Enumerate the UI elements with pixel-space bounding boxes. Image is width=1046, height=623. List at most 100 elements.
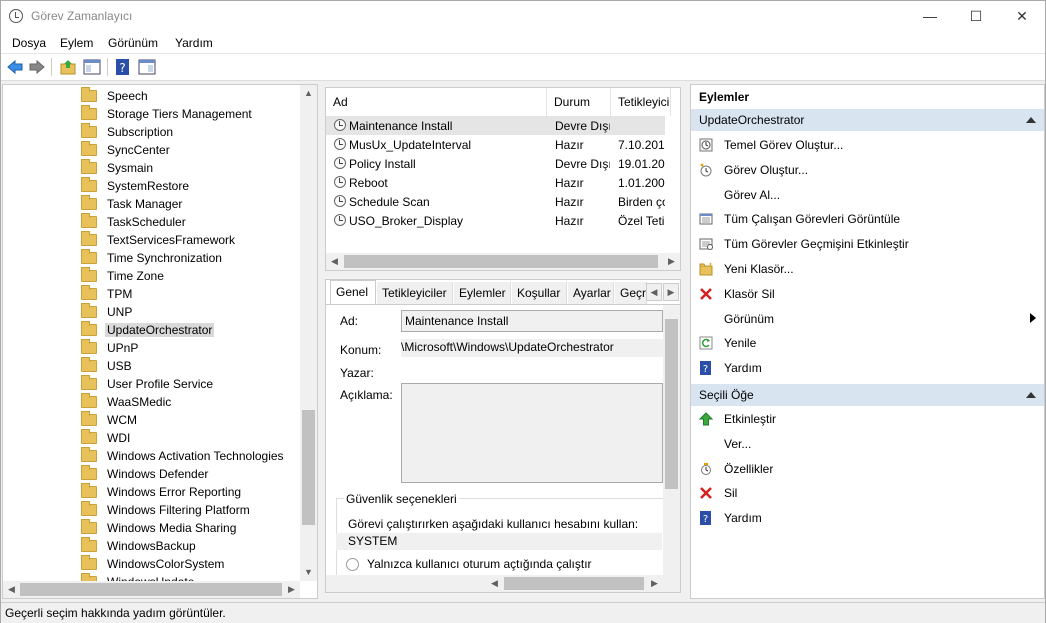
scroll-left-icon[interactable]: ◀ xyxy=(3,581,20,598)
tree-folder-item[interactable]: Windows Media Sharing xyxy=(81,519,238,537)
task-row[interactable]: MusUx_UpdateInterval Hazır 7.10.2018 ta xyxy=(326,135,665,154)
tree-folder-item[interactable]: WindowsBackup xyxy=(81,537,198,555)
menu-dosya[interactable]: Dosya xyxy=(12,36,46,50)
tree-folder-item[interactable]: Time Zone xyxy=(81,267,166,285)
scroll-thumb[interactable] xyxy=(504,577,644,590)
action-item[interactable]: Temel Görev Oluştur... xyxy=(691,134,1044,156)
tree-folder-item[interactable]: Windows Defender xyxy=(81,465,210,483)
scroll-thumb[interactable] xyxy=(665,319,678,489)
action-item[interactable]: Görünüm xyxy=(691,308,1044,330)
tree-folder-item[interactable]: UpdateOrchestrator xyxy=(81,321,215,339)
tree-folder-item[interactable]: USB xyxy=(81,357,134,375)
section-selected-item[interactable]: Seçili Öğe xyxy=(691,384,1044,406)
tree-folder-item[interactable]: Sysmain xyxy=(81,159,155,177)
tree-folder-item[interactable]: TPM xyxy=(81,285,134,303)
scroll-right-icon[interactable]: ▶ xyxy=(283,581,300,598)
folder-tree: Speech Storage Tiers Management Subscripti… xyxy=(2,84,318,599)
tree-folder-item[interactable]: TaskScheduler xyxy=(81,213,188,231)
scroll-right-icon[interactable]: ▶ xyxy=(663,253,680,270)
tree-folder-label: TaskScheduler xyxy=(107,215,186,229)
tab-genel[interactable]: Genel xyxy=(330,280,376,304)
tree-folder-item[interactable]: Speech xyxy=(81,87,150,105)
tree-folder-item[interactable]: Windows Filtering Platform xyxy=(81,501,252,519)
scroll-thumb[interactable] xyxy=(302,410,315,525)
task-row[interactable]: USO_Broker_Display Hazır Özel Tetikle xyxy=(326,211,665,230)
tree-folder-item[interactable]: WDI xyxy=(81,429,132,447)
tab-scroll-right-icon[interactable]: ▶ xyxy=(663,283,679,301)
scroll-left-icon[interactable]: ◀ xyxy=(486,575,503,592)
action-item[interactable]: Klasör Sil xyxy=(691,283,1044,305)
tab-eylemler[interactable]: Eylemler xyxy=(454,282,511,304)
collapse-icon[interactable] xyxy=(1026,117,1036,123)
minimize-button[interactable]: — xyxy=(907,1,953,32)
collapse-icon[interactable] xyxy=(1026,392,1036,398)
menu-gorunum[interactable]: Görünüm xyxy=(108,36,158,50)
tree-folder-item[interactable]: WCM xyxy=(81,411,139,429)
action-item[interactable]: Yeni Klasör... xyxy=(691,258,1044,280)
menu-yardim[interactable]: Yardım xyxy=(175,36,213,50)
column-header-name[interactable]: Ad xyxy=(326,88,547,116)
section-updateorchestrator[interactable]: UpdateOrchestrator xyxy=(691,109,1044,131)
close-button[interactable]: ✕ xyxy=(999,1,1045,32)
action-item[interactable]: Görev Al... xyxy=(691,184,1044,206)
tab-ayarlar[interactable]: Ayarlar xyxy=(568,282,614,304)
task-row[interactable]: Policy Install Devre Dışı 19.01.2017 ta xyxy=(326,154,665,173)
scroll-left-icon[interactable]: ◀ xyxy=(326,253,343,270)
up-folder-icon[interactable] xyxy=(59,58,77,76)
tasklist-horizontal-scrollbar[interactable]: ◀ ▶ xyxy=(326,253,680,270)
action-item[interactable]: Görev Oluştur... xyxy=(691,159,1044,181)
tree-folder-item[interactable]: Storage Tiers Management xyxy=(81,105,254,123)
tree-folder-item[interactable]: TextServicesFramework xyxy=(81,231,237,249)
tab-gecmis[interactable]: Geçr xyxy=(615,282,647,304)
details-vertical-scrollbar[interactable] xyxy=(663,305,680,575)
radio-user-logged-on[interactable] xyxy=(346,558,359,571)
tree-horizontal-scrollbar[interactable]: ◀ ▶ xyxy=(3,581,300,598)
description-field[interactable] xyxy=(401,383,663,483)
tab-tetikleyiciler[interactable]: Tetikleyiciler xyxy=(377,282,453,304)
task-row[interactable]: Schedule Scan Hazır Birden çok t xyxy=(326,192,665,211)
action-item[interactable]: Yenile xyxy=(691,332,1044,354)
action-item[interactable]: ? Yardım xyxy=(691,507,1044,529)
action-item[interactable]: Ver... xyxy=(691,433,1044,455)
scroll-right-icon[interactable]: ▶ xyxy=(646,575,663,592)
action-item[interactable]: Tüm Çalışan Görevleri Görüntüle xyxy=(691,208,1044,230)
tree-folder-item[interactable]: WaaSMedic xyxy=(81,393,173,411)
task-row[interactable]: Maintenance Install Devre Dışı xyxy=(326,116,665,135)
action-item[interactable]: Sil xyxy=(691,482,1044,504)
tab-scroll-left-icon[interactable]: ◀ xyxy=(646,283,662,301)
task-status: Hazır xyxy=(555,195,584,209)
details-horizontal-scrollbar[interactable]: ◀ ▶ xyxy=(326,575,680,592)
name-field[interactable]: Maintenance Install xyxy=(401,310,663,332)
tree-folder-item[interactable]: WindowsColorSystem xyxy=(81,555,226,573)
forward-arrow-icon[interactable] xyxy=(28,58,46,76)
scroll-up-icon[interactable]: ▲ xyxy=(300,85,317,102)
tree-folder-item[interactable]: UNP xyxy=(81,303,134,321)
tree-vertical-scrollbar[interactable]: ▲ ▼ xyxy=(300,85,317,581)
tree-folder-item[interactable]: Windows Error Reporting xyxy=(81,483,243,501)
scroll-thumb[interactable] xyxy=(344,255,658,268)
tree-folder-item[interactable]: SystemRestore xyxy=(81,177,191,195)
scroll-down-icon[interactable]: ▼ xyxy=(300,564,317,581)
tree-folder-item[interactable]: User Profile Service xyxy=(81,375,215,393)
help-icon[interactable]: ? xyxy=(114,58,132,76)
show-hide-action-pane-icon[interactable] xyxy=(138,58,156,76)
tree-folder-item[interactable]: Time Synchronization xyxy=(81,249,224,267)
maximize-button[interactable]: ☐ xyxy=(953,1,999,32)
action-item[interactable]: ? Yardım xyxy=(691,357,1044,379)
action-item[interactable]: Özellikler xyxy=(691,458,1044,480)
tree-folder-item[interactable]: Windows Activation Technologies xyxy=(81,447,286,465)
tree-folder-item[interactable]: Subscription xyxy=(81,123,175,141)
tree-folder-item[interactable]: UPnP xyxy=(81,339,140,357)
menu-eylem[interactable]: Eylem xyxy=(60,36,93,50)
action-item[interactable]: Tüm Görevler Geçmişini Etkinleştir xyxy=(691,233,1044,255)
task-row[interactable]: Reboot Hazır 1.01.2000 ta xyxy=(326,173,665,192)
show-hide-tree-icon[interactable] xyxy=(83,58,101,76)
column-header-status[interactable]: Durum xyxy=(547,88,611,116)
tab-kosullar[interactable]: Koşullar xyxy=(512,282,567,304)
action-item[interactable]: Etkinleştir xyxy=(691,408,1044,430)
scroll-thumb[interactable] xyxy=(20,583,282,596)
back-arrow-icon[interactable] xyxy=(6,58,24,76)
tree-folder-item[interactable]: Task Manager xyxy=(81,195,184,213)
tree-folder-item[interactable]: SyncCenter xyxy=(81,141,172,159)
column-header-triggers[interactable]: Tetikleyiciler xyxy=(611,88,671,116)
